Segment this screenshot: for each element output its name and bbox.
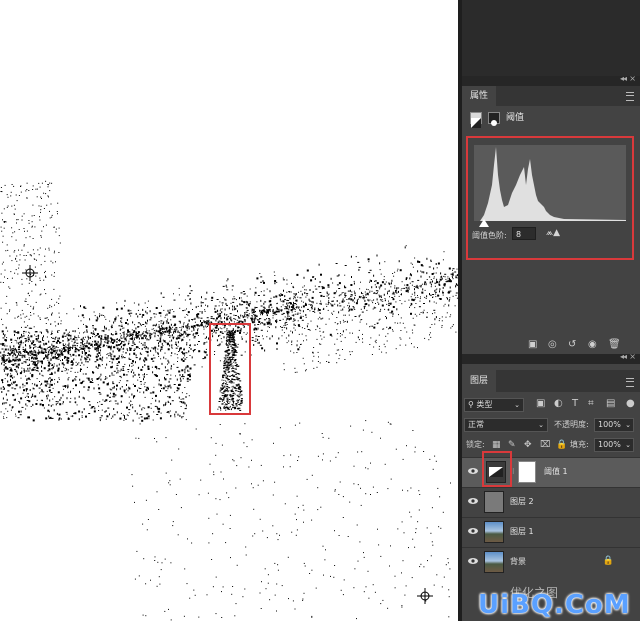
close-icon[interactable]: ×: [629, 352, 636, 361]
threshold-level-input[interactable]: 8: [512, 227, 536, 240]
document-canvas[interactable]: [0, 0, 458, 621]
layer-thumbnail[interactable]: [484, 551, 504, 573]
opacity-input[interactable]: 100% ⌄: [594, 418, 634, 432]
tab-layers[interactable]: 图层: [462, 370, 497, 392]
filter-toggle-icon[interactable]: ●: [626, 398, 635, 410]
layer-name: 图层 2: [510, 497, 534, 506]
threshold-slider-icon[interactable]: [479, 219, 489, 227]
smart-object-filter-icon[interactable]: ▤: [606, 398, 615, 410]
close-icon[interactable]: ×: [629, 74, 636, 83]
fill-label: 填充:: [570, 440, 589, 449]
adjustment-filter-icon[interactable]: ◐: [554, 398, 563, 410]
collapse-icon[interactable]: ◂◂: [620, 74, 627, 83]
properties-tab-row: 属性: [462, 86, 640, 106]
color-sampler-marker[interactable]: [417, 588, 433, 604]
chevron-down-icon: ⌄: [538, 421, 544, 429]
threshold-layer-thumbnail[interactable]: [486, 461, 506, 483]
mask-icon[interactable]: [488, 112, 500, 126]
mask-thumbnail[interactable]: [518, 461, 536, 483]
chevron-down-icon: ⌄: [625, 421, 631, 429]
lock-all-icon[interactable]: 🔒: [556, 439, 567, 451]
clip-to-layer-icon[interactable]: ▣: [528, 339, 537, 351]
adjustment-name: 阈值: [506, 113, 525, 123]
watermark-main: UiBQ.CoM: [478, 590, 631, 620]
eye-icon[interactable]: [468, 526, 478, 536]
layers-tab-row: 图层: [462, 370, 640, 392]
fill-input[interactable]: 100% ⌄: [594, 438, 634, 452]
histogram[interactable]: [474, 145, 626, 227]
eye-icon[interactable]: [468, 556, 478, 566]
chevron-down-icon: ⌄: [514, 401, 520, 409]
layer-filter-row: ⚲ 类型 ⌄ ▣ ◐ T ⌗ ▤ ●: [462, 396, 640, 414]
collapse-icon[interactable]: ◂◂: [620, 352, 627, 361]
eye-icon[interactable]: [468, 496, 478, 506]
lock-artboard-icon[interactable]: ⌧: [540, 439, 550, 451]
layers-panel: 图层 ⚲ 类型 ⌄ ▣ ◐ T ⌗ ▤ ● 正常 ⌄ 不透明度: 100% ⌄ …: [462, 364, 640, 621]
delete-icon[interactable]: 🗑: [608, 339, 621, 351]
lock-icon: 🔒: [602, 556, 614, 566]
opacity-value: 100%: [598, 420, 621, 429]
properties-panel-header-bar[interactable]: ◂◂ ×: [462, 74, 640, 86]
layer-row-threshold[interactable]: ⁝ 阈值 1: [462, 451, 640, 487]
layer-name: 阈值 1: [544, 467, 568, 476]
layer-row-layer-2[interactable]: 图层 2: [462, 487, 640, 517]
panel-menu-icon[interactable]: [626, 92, 634, 101]
eye-icon[interactable]: [468, 466, 478, 476]
type-filter-icon[interactable]: T: [572, 398, 578, 410]
lock-paint-icon[interactable]: ✎: [508, 439, 516, 451]
visibility-icon[interactable]: ◉: [588, 339, 597, 351]
layer-row-background[interactable]: 背景 🔒: [462, 547, 640, 577]
blend-mode-select[interactable]: 正常 ⌄: [464, 418, 548, 432]
properties-panel: 属性 阈值 阈值色阶: 8 ⩕▲ ▣ ◎ ↺ ◉ 🗑: [462, 86, 640, 354]
layer-thumbnail[interactable]: [484, 491, 504, 513]
pixel-filter-icon[interactable]: ▣: [536, 398, 545, 410]
layers-panel-header-bar[interactable]: ◂◂ ×: [462, 352, 640, 364]
warning-icon[interactable]: ⩕▲: [546, 228, 560, 238]
shape-filter-icon[interactable]: ⌗: [588, 398, 594, 410]
blend-mode-value: 正常: [468, 420, 484, 429]
blend-opacity-row: 正常 ⌄ 不透明度: 100% ⌄: [462, 417, 640, 433]
histogram-highlight-box: 阈值色阶: 8 ⩕▲: [466, 136, 634, 260]
layer-thumbnail[interactable]: [484, 521, 504, 543]
threshold-level-label: 阈值色阶:: [472, 231, 507, 240]
lock-position-icon[interactable]: ✥: [524, 439, 532, 451]
panel-menu-icon[interactable]: [626, 378, 634, 387]
lock-label: 锁定:: [466, 440, 485, 449]
threshold-adjustment-icon: [470, 112, 482, 128]
right-panel-dock: ◂◂ × 属性 阈值 阈值色阶: 8 ⩕▲ ▣ ◎ ↺ ◉ 🗑 ◂◂ × 图层 …: [462, 0, 640, 621]
chevron-down-icon: ⌄: [625, 441, 631, 449]
dock-empty-area: [462, 0, 640, 76]
opacity-label: 不透明度:: [554, 420, 589, 429]
lock-transparent-icon[interactable]: ▦: [492, 439, 501, 451]
fill-value: 100%: [598, 440, 621, 449]
watermark: 优化之图 UiBQ.CoM: [466, 586, 640, 621]
reset-icon[interactable]: ↺: [568, 339, 576, 351]
filter-kind-select[interactable]: ⚲ 类型 ⌄: [464, 398, 524, 412]
filter-kind-value: 类型: [476, 400, 493, 409]
tab-properties[interactable]: 属性: [462, 86, 497, 106]
layer-name: 图层 1: [510, 527, 534, 536]
layer-row-layer-1[interactable]: 图层 1: [462, 517, 640, 547]
view-previous-icon[interactable]: ◎: [548, 339, 557, 351]
properties-footer: ▣ ◎ ↺ ◉ 🗑: [462, 336, 640, 354]
layer-name: 背景: [510, 557, 526, 566]
threshold-image: [0, 180, 458, 621]
search-icon: ⚲: [468, 400, 474, 409]
link-icon: ⁝: [512, 467, 515, 476]
